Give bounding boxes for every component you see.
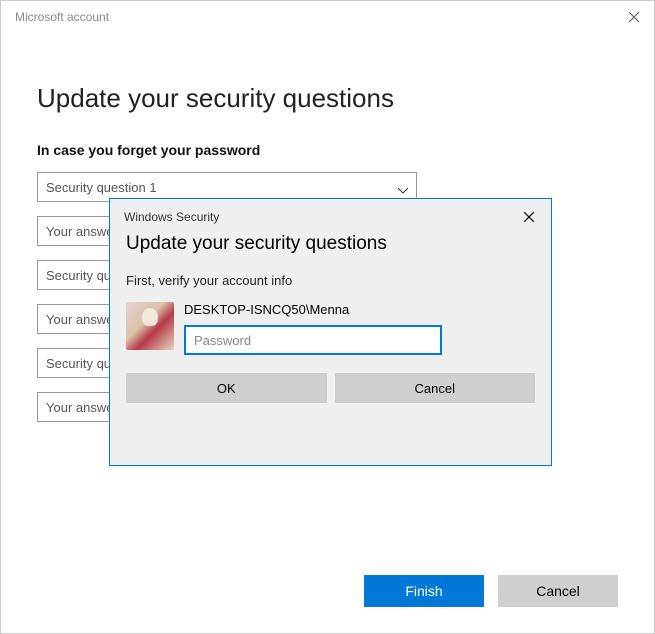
- dialog-body: Update your security questions First, ve…: [110, 229, 551, 415]
- window-title: Microsoft account: [15, 10, 109, 24]
- close-icon: [524, 212, 534, 222]
- select-label: Security question 1: [46, 180, 157, 195]
- account-name: DESKTOP-ISNCQ50\Menna: [184, 302, 535, 317]
- dialog-close-button[interactable]: [515, 205, 543, 229]
- cancel-button[interactable]: Cancel: [498, 575, 618, 607]
- dialog-cancel-button[interactable]: Cancel: [335, 373, 536, 403]
- page-title: Update your security questions: [37, 83, 618, 114]
- page-subheading: In case you forget your password: [37, 142, 618, 158]
- account-row: DESKTOP-ISNCQ50\Menna: [126, 302, 535, 355]
- dialog-subtext: First, verify your account info: [126, 273, 535, 288]
- bottom-buttons: Finish Cancel: [364, 575, 618, 607]
- dialog-heading: Update your security questions: [126, 233, 535, 255]
- input-placeholder: Your answer: [46, 312, 118, 327]
- account-column: DESKTOP-ISNCQ50\Menna: [184, 302, 535, 355]
- input-placeholder: Your answer: [46, 224, 118, 239]
- chevron-down-icon: [398, 182, 408, 192]
- ok-button[interactable]: OK: [126, 373, 327, 403]
- windows-security-dialog: Windows Security Update your security qu…: [109, 198, 552, 466]
- avatar: [126, 302, 174, 350]
- finish-button[interactable]: Finish: [364, 575, 484, 607]
- dialog-titlebar: Windows Security: [110, 199, 551, 229]
- input-placeholder: Your answer: [46, 400, 118, 415]
- close-icon: [629, 12, 639, 22]
- window-close-button[interactable]: [614, 1, 654, 33]
- window-titlebar: Microsoft account: [1, 1, 654, 33]
- dialog-buttons: OK Cancel: [126, 373, 535, 403]
- dialog-title: Windows Security: [124, 210, 219, 224]
- password-input[interactable]: [184, 325, 442, 355]
